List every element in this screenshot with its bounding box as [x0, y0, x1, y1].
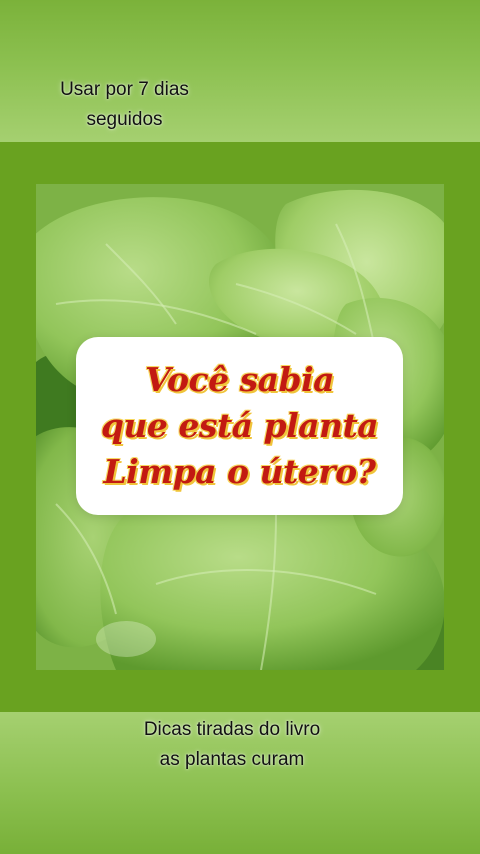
top-caption-line-1: Usar por 7 dias — [60, 79, 189, 100]
top-caption: Usar por 7 dias seguidos — [32, 75, 217, 135]
question-line-2: que está planta — [100, 406, 379, 445]
bottom-caption: Dicas tiradas do livro as plantas curam — [108, 715, 356, 775]
top-caption-line-2: seguidos — [86, 109, 163, 130]
bottom-caption-line-2: as plantas curam — [159, 749, 305, 770]
question-line-1: Você sabia — [144, 360, 335, 399]
question-card: Você sabia que está planta Limpa o útero… — [76, 337, 403, 515]
question-line-3: Limpa o útero? — [103, 452, 376, 491]
bottom-caption-line-1: Dicas tiradas do livro — [143, 719, 321, 740]
